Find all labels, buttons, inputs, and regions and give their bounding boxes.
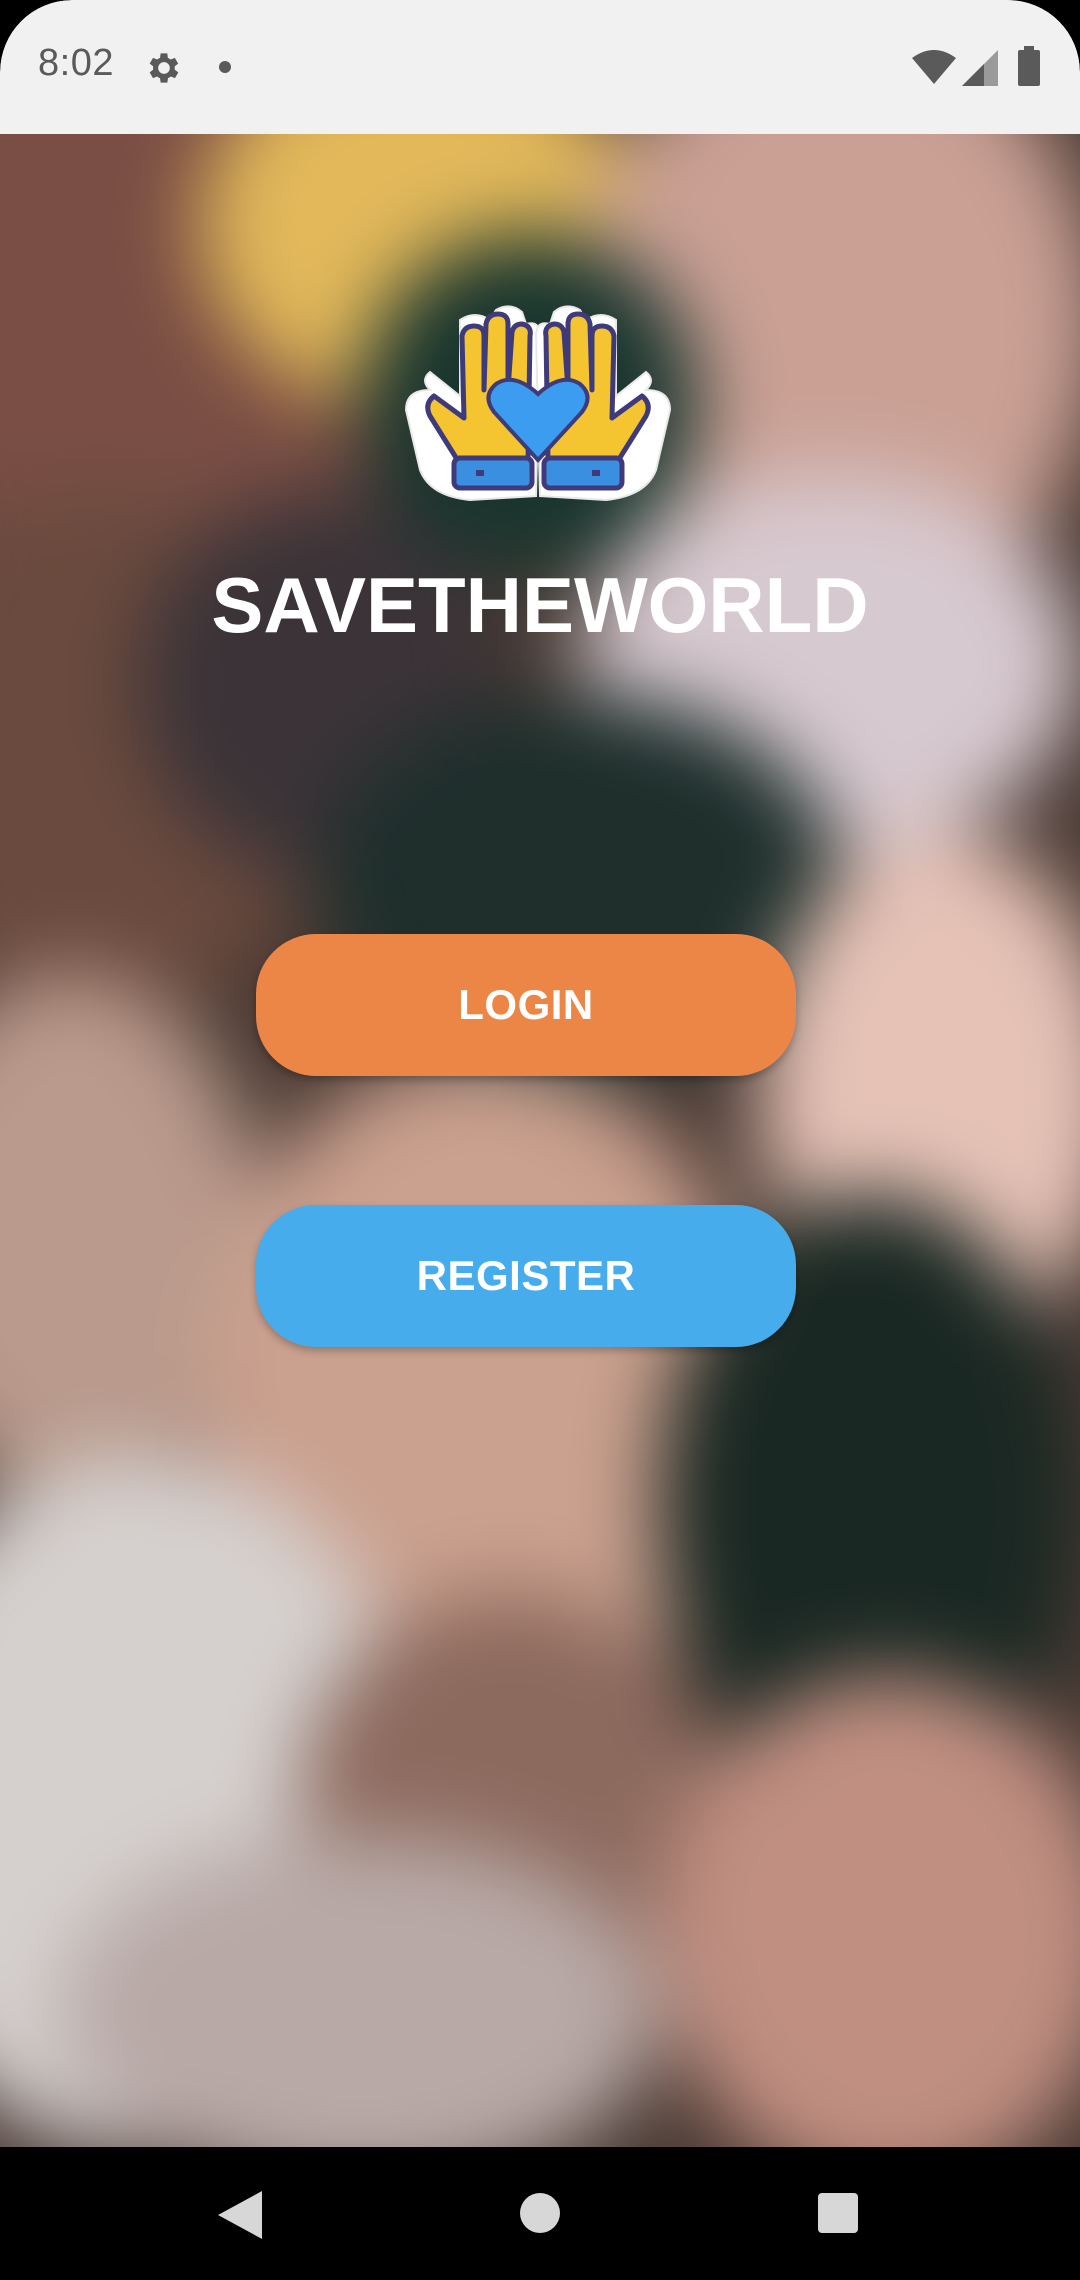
notification-dot-icon	[219, 61, 231, 73]
status-time: 8:02	[38, 42, 114, 84]
app-title: SAVETHEWORLD	[211, 561, 869, 649]
recents-icon[interactable]	[818, 2193, 858, 2233]
hands-heart-icon	[404, 305, 672, 502]
signal-icon	[962, 50, 998, 86]
home-icon[interactable]	[520, 2193, 560, 2233]
battery-icon	[1018, 46, 1040, 86]
back-icon[interactable]	[218, 2191, 262, 2239]
login-button[interactable]: LOGIN	[256, 934, 796, 1076]
screen: 8:02 SAVETHEWORLD LOGIN REGISTER	[0, 0, 1080, 2280]
gear-icon	[149, 53, 179, 83]
wifi-icon	[912, 50, 956, 84]
register-button[interactable]: REGISTER	[256, 1205, 796, 1347]
status-bar: 8:02	[0, 0, 1080, 134]
navigation-bar	[0, 2147, 1080, 2280]
